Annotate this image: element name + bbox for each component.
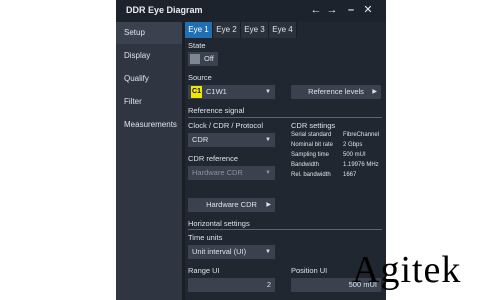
chevron-down-icon: ▼ bbox=[265, 249, 271, 255]
state-value: Off bbox=[204, 54, 214, 63]
horizontal-settings-title: Horizontal settings bbox=[188, 219, 250, 228]
reference-levels-label: Reference levels bbox=[308, 87, 364, 96]
position-ui-label: Position UI bbox=[291, 266, 328, 275]
forward-arrow-icon[interactable]: → bbox=[326, 4, 338, 16]
time-units-label: Time units bbox=[188, 233, 223, 242]
cdr-reference-label: CDR reference bbox=[188, 154, 239, 163]
chevron-right-icon: ▶ bbox=[266, 202, 271, 208]
cdr-setting-key: Rel. bandwidth bbox=[291, 172, 331, 178]
sidebar-item-qualify[interactable]: Qualify bbox=[116, 68, 182, 90]
clock-cdr-protocol-label: Clock / CDR / Protocol bbox=[188, 121, 264, 130]
sidebar-item-display[interactable]: Display bbox=[116, 45, 182, 67]
cdr-setting-value: FibreChannel bbox=[343, 132, 380, 138]
divider bbox=[188, 229, 382, 230]
chevron-down-icon: ▼ bbox=[265, 170, 271, 176]
tab-eye-3[interactable]: Eye 3 bbox=[241, 22, 269, 38]
chevron-down-icon: ▼ bbox=[265, 89, 271, 95]
range-ui-input[interactable]: 2 bbox=[188, 278, 275, 292]
cdr-reference-value: Hardware CDR bbox=[192, 168, 243, 177]
cdr-setting-key: Serial standard bbox=[291, 132, 332, 138]
cdr-setting-value: 2 Gbps bbox=[343, 142, 363, 148]
sidebar-item-filter[interactable]: Filter bbox=[116, 91, 182, 113]
tab-eye-4[interactable]: Eye 4 bbox=[269, 22, 297, 38]
reference-levels-button[interactable]: Reference levels ▶ bbox=[291, 85, 381, 99]
hardware-cdr-label: Hardware CDR bbox=[206, 200, 257, 209]
agitek-watermark: Agitek bbox=[352, 249, 462, 291]
window-title: DDR Eye Diagram bbox=[126, 5, 203, 15]
source-label: Source bbox=[188, 73, 212, 82]
time-units-select[interactable]: Unit interval (UI) ▼ bbox=[188, 245, 275, 259]
chevron-down-icon: ▼ bbox=[265, 137, 271, 143]
eye-tabs: Eye 1 Eye 2 Eye 3 Eye 4 bbox=[185, 22, 386, 38]
cdr-setting-key: Sampling time bbox=[291, 152, 330, 158]
channel-c1-badge: C1 bbox=[191, 86, 202, 98]
sidebar: Setup Display Qualify Filter Measurement… bbox=[116, 22, 182, 300]
tab-eye-1[interactable]: Eye 1 bbox=[185, 22, 213, 38]
cdr-settings-title: CDR settings bbox=[291, 121, 336, 130]
cdr-setting-key: Bandwidth bbox=[291, 162, 320, 168]
sidebar-item-setup[interactable]: Setup bbox=[116, 22, 182, 44]
title-bar: DDR Eye Diagram ← → – ✕ bbox=[116, 0, 386, 22]
cdr-setting-value: 1.19976 MHz bbox=[343, 162, 379, 168]
source-value: C1W1 bbox=[206, 87, 227, 96]
ddr-eye-diagram-window: DDR Eye Diagram ← → – ✕ Setup Display Qu… bbox=[116, 0, 386, 300]
divider bbox=[188, 117, 382, 118]
reference-signal-title: Reference signal bbox=[188, 106, 245, 115]
time-units-value: Unit interval (UI) bbox=[192, 247, 247, 256]
range-ui-label: Range UI bbox=[188, 266, 220, 275]
chevron-right-icon: ▶ bbox=[372, 89, 377, 95]
state-label: State bbox=[188, 41, 206, 50]
minimize-icon[interactable]: – bbox=[345, 4, 357, 16]
cdr-reference-select[interactable]: Hardware CDR ▼ bbox=[188, 166, 275, 180]
clock-cdr-protocol-select[interactable]: CDR ▼ bbox=[188, 133, 275, 147]
source-select[interactable]: C1 C1W1 ▼ bbox=[188, 85, 275, 99]
cdr-setting-value: 1667 bbox=[343, 172, 357, 178]
cdr-setting-key: Nominal bit rate bbox=[291, 142, 334, 148]
cdr-setting-value: 500 mUI bbox=[343, 152, 366, 158]
state-toggle[interactable]: Off bbox=[188, 52, 218, 66]
close-icon[interactable]: ✕ bbox=[362, 4, 374, 16]
sidebar-item-measurements[interactable]: Measurements bbox=[116, 114, 182, 136]
hardware-cdr-button[interactable]: Hardware CDR ▶ bbox=[188, 198, 275, 212]
toggle-knob bbox=[190, 54, 200, 64]
tab-eye-2[interactable]: Eye 2 bbox=[213, 22, 241, 38]
clock-cdr-protocol-value: CDR bbox=[192, 135, 209, 144]
back-arrow-icon[interactable]: ← bbox=[310, 4, 322, 16]
